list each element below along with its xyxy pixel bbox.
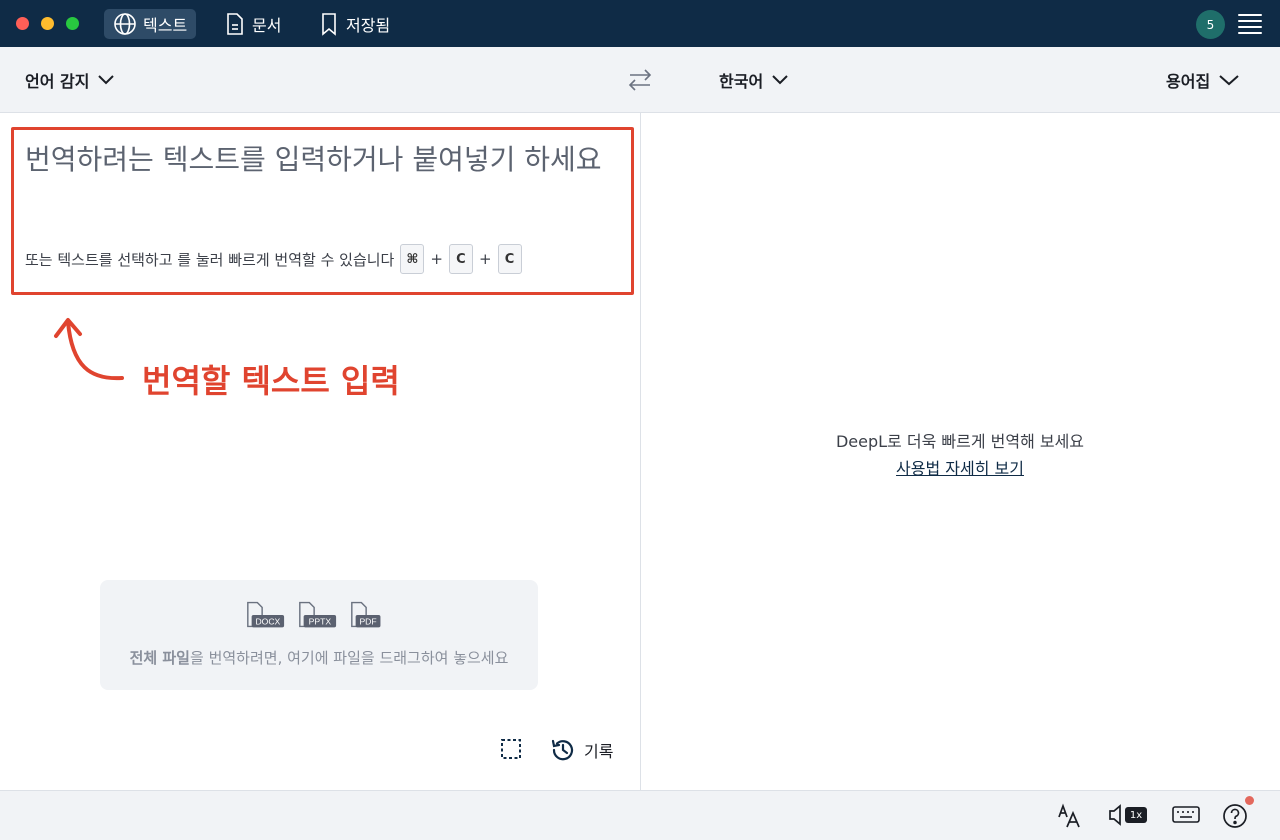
file-type-pdf: PDF	[359, 617, 376, 627]
file-type-pptx: PPTX	[309, 617, 332, 627]
history-label: 기록	[584, 742, 614, 761]
pptx-file-icon: PPTX	[299, 601, 337, 628]
tab-saved-label: 저장됨	[346, 16, 391, 35]
cmd-key: ⌘	[400, 244, 425, 274]
annotation-label: 번역할 텍스트 입력	[142, 362, 400, 400]
globe-icon	[114, 13, 136, 35]
shortcut-hint: 또는 텍스트를 선택하고 를 눌러 빠르게 번역할 수 있습니다 ⌘ + C +…	[25, 244, 522, 274]
maximize-window-button[interactable]	[66, 17, 79, 30]
plus-sign: +	[430, 250, 443, 268]
speech-speed-badge[interactable]: 1x	[1125, 807, 1147, 823]
c-key: C	[448, 244, 473, 274]
chevron-down-icon	[1219, 75, 1239, 86]
learn-more-link[interactable]: 사용법 자세히 보기	[640, 455, 1280, 482]
file-type-icons: DOCX PPTX PDF	[244, 600, 390, 630]
glossary-select[interactable]: 용어집	[1166, 68, 1240, 92]
help-icon[interactable]	[1222, 803, 1248, 829]
tab-saved[interactable]: 저장됨	[309, 9, 399, 39]
c-key: C	[497, 244, 522, 274]
screen-capture-icon[interactable]	[500, 738, 524, 762]
promo-text: DeepL로 더욱 빠르게 번역해 보세요	[835, 432, 1085, 451]
source-text-input[interactable]: 번역하려는 텍스트를 입력하거나 붙여넣기 하세요	[25, 136, 615, 184]
docx-file-icon: DOCX	[247, 601, 285, 628]
target-language-select[interactable]: 한국어	[719, 68, 789, 92]
account-avatar[interactable]: 5	[1196, 10, 1225, 39]
drop-zone-bold-text: 전체 파일	[129, 649, 190, 667]
tab-text-label: 텍스트	[143, 16, 188, 35]
bookmark-icon	[322, 13, 336, 36]
menu-icon[interactable]	[1238, 14, 1262, 34]
history-icon	[551, 739, 574, 761]
swap-languages-icon[interactable]	[626, 66, 654, 94]
tab-text[interactable]: 텍스트	[104, 9, 197, 39]
shortcut-hint-text: 또는 텍스트를 선택하고 를 눌러 빠르게 번역할 수 있습니다	[25, 250, 395, 269]
pdf-file-icon: PDF	[351, 601, 381, 628]
source-language-label: 언어 감지	[25, 72, 90, 91]
keyboard-icon[interactable]	[1172, 803, 1200, 827]
target-language-label: 한국어	[719, 72, 764, 91]
file-drop-zone[interactable]: DOCX PPTX PDF 전체 파일을 번역하려면, 여기에 파일을 드래그하…	[100, 580, 538, 690]
input-tools: 기록	[500, 737, 613, 763]
text-size-icon[interactable]	[1057, 803, 1083, 829]
close-window-button[interactable]	[16, 17, 29, 30]
language-bar: 언어 감지 한국어 용어집	[0, 47, 1280, 113]
source-language-select[interactable]: 언어 감지	[25, 68, 115, 92]
title-bar: 텍스트 문서 저장됨 5	[0, 0, 1280, 47]
tab-document[interactable]: 문서	[215, 9, 290, 39]
chevron-down-icon	[772, 75, 788, 85]
history-button[interactable]: 기록	[550, 737, 613, 763]
output-promo: DeepL로 더욱 빠르게 번역해 보세요 사용법 자세히 보기	[640, 428, 1280, 482]
notification-dot	[1245, 796, 1254, 805]
glossary-label: 용어집	[1166, 72, 1211, 91]
tab-document-label: 문서	[252, 16, 282, 35]
drop-zone-text: 전체 파일을 번역하려면, 여기에 파일을 드래그하여 놓으세요	[100, 647, 538, 668]
bottom-bar: 1x	[0, 790, 1280, 840]
plus-sign: +	[478, 250, 492, 268]
document-icon	[227, 13, 243, 35]
drop-zone-rest-text: 을 번역하려면, 여기에 파일을 드래그하여 놓으세요	[190, 649, 509, 667]
file-type-docx: DOCX	[255, 617, 280, 627]
minimize-window-button[interactable]	[41, 17, 54, 30]
chevron-down-icon	[98, 75, 115, 85]
annotation-arrow-icon	[54, 318, 124, 381]
